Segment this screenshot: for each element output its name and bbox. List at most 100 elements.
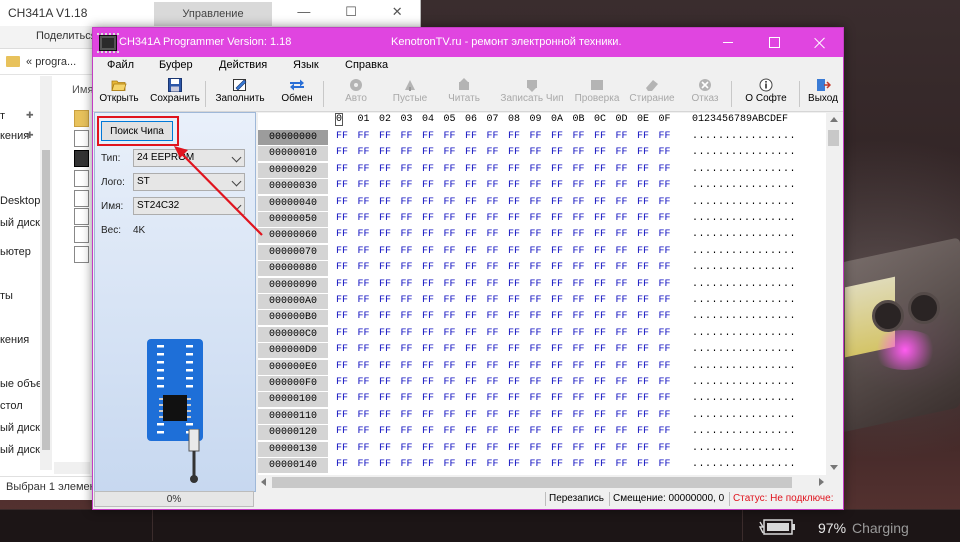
exit-button[interactable]: Выход xyxy=(805,75,841,111)
hex-byte[interactable]: FF xyxy=(444,262,456,273)
hex-byte[interactable]: FF xyxy=(508,180,520,191)
hex-row[interactable]: 000000E0 FF FF FF FF FF FF FF FF FF FF FF FF FF FF FF FF… xyxy=(258,359,826,376)
window-titlebar[interactable]: CH341A Programmer Version: 1.18 Kenotron… xyxy=(93,28,843,57)
hex-byte[interactable]: FF xyxy=(637,279,649,290)
hex-byte[interactable]: FF xyxy=(336,262,348,273)
hex-row[interactable]: 00000110 FF FF FF FF FF FF FF FF FF FF FF FF FF FF FF FF… xyxy=(258,408,826,425)
ascii-cell[interactable]: ................ xyxy=(692,180,796,191)
hex-byte[interactable]: FF xyxy=(422,393,434,404)
hex-byte[interactable]: FF xyxy=(637,180,649,191)
hex-byte[interactable]: FF xyxy=(358,213,370,224)
hex-byte[interactable]: FF xyxy=(594,426,606,437)
hex-byte[interactable]: FF xyxy=(530,361,542,372)
hex-byte[interactable]: FF xyxy=(336,393,348,404)
hex-byte[interactable]: FF xyxy=(487,131,499,142)
hex-byte[interactable]: FF xyxy=(508,147,520,158)
hex-byte[interactable]: FF xyxy=(422,410,434,421)
hex-byte[interactable]: FF xyxy=(530,410,542,421)
hex-byte[interactable]: FF xyxy=(594,246,606,257)
hex-byte[interactable]: FF xyxy=(379,213,391,224)
hex-byte[interactable]: FF xyxy=(573,295,585,306)
file-icon[interactable] xyxy=(74,246,89,263)
hex-byte[interactable]: FF xyxy=(573,410,585,421)
hex-byte[interactable]: FF xyxy=(336,344,348,355)
explorer-hscroll[interactable] xyxy=(54,462,90,474)
hex-byte[interactable]: FF xyxy=(465,426,477,437)
hex-byte[interactable]: FF xyxy=(379,262,391,273)
hex-editor[interactable]: 0 01 02 03 04 05 06 07 08 09 0A 0B 0C 0D 0E 0F 012345678… xyxy=(258,113,826,490)
hex-row[interactable]: 000000C0 FF FF FF FF FF FF FF FF FF FF FF FF FF FF FF FF… xyxy=(258,326,826,343)
hex-byte[interactable]: FF xyxy=(336,311,348,322)
hex-byte[interactable]: FF xyxy=(594,361,606,372)
menu-actions[interactable]: Действия xyxy=(219,59,267,71)
hex-byte[interactable]: FF xyxy=(422,443,434,454)
hex-byte[interactable]: FF xyxy=(551,295,563,306)
hex-byte[interactable]: FF xyxy=(444,279,456,290)
hex-byte[interactable]: FF xyxy=(573,443,585,454)
hex-byte[interactable]: FF xyxy=(659,164,671,175)
hex-byte[interactable]: FF xyxy=(551,262,563,273)
file-icon[interactable] xyxy=(74,226,89,243)
hex-byte[interactable]: FF xyxy=(530,262,542,273)
hex-byte[interactable]: FF xyxy=(616,295,628,306)
hex-byte[interactable]: FF xyxy=(573,262,585,273)
file-icon[interactable] xyxy=(74,170,89,187)
nav-item[interactable]: стол xyxy=(0,400,23,412)
hex-byte[interactable]: FF xyxy=(573,426,585,437)
hex-byte[interactable]: FF xyxy=(358,344,370,355)
hex-byte[interactable]: FF xyxy=(551,213,563,224)
nav-item[interactable]: ьютер xyxy=(0,246,31,258)
hex-row[interactable]: 000000D0 FF FF FF FF FF FF FF FF FF FF FF FF FF FF FF FF… xyxy=(258,343,826,360)
ascii-cell[interactable]: ................ xyxy=(692,393,796,404)
hex-byte[interactable]: FF xyxy=(379,180,391,191)
file-icon[interactable] xyxy=(74,190,89,207)
hex-byte[interactable]: FF xyxy=(358,426,370,437)
name-select[interactable]: ST24C32 xyxy=(133,197,245,215)
hex-byte[interactable]: FF xyxy=(573,147,585,158)
ascii-cell[interactable]: ................ xyxy=(692,213,796,224)
hex-byte[interactable]: FF xyxy=(444,131,456,142)
hex-byte[interactable]: FF xyxy=(358,361,370,372)
hex-row[interactable]: 00000030 FF FF FF FF FF FF FF FF FF FF FF FF FF FF FF FF… xyxy=(258,179,826,196)
erase-button[interactable]: Стирание xyxy=(627,75,677,111)
hex-byte[interactable]: FF xyxy=(422,328,434,339)
nav-scroll-thumb[interactable] xyxy=(42,150,50,450)
hex-byte[interactable]: FF xyxy=(616,393,628,404)
hex-byte[interactable]: FF xyxy=(422,361,434,372)
hex-byte[interactable]: FF xyxy=(487,262,499,273)
hex-byte[interactable]: FF xyxy=(358,262,370,273)
hex-byte[interactable]: FF xyxy=(487,246,499,257)
hex-byte[interactable]: FF xyxy=(336,426,348,437)
ascii-cell[interactable]: ................ xyxy=(692,295,796,306)
hex-byte[interactable]: FF xyxy=(379,197,391,208)
nav-item[interactable]: Desktop xyxy=(0,195,40,207)
hex-byte[interactable]: FF xyxy=(659,410,671,421)
hex-byte[interactable]: FF xyxy=(358,393,370,404)
close-button[interactable] xyxy=(797,28,843,57)
hex-vscroll-thumb[interactable] xyxy=(828,130,839,146)
ascii-cell[interactable]: ................ xyxy=(692,426,796,437)
verify-button[interactable]: Проверка xyxy=(571,75,623,111)
nav-item[interactable]: ые объе xyxy=(0,378,40,390)
hex-byte[interactable]: FF xyxy=(551,164,563,175)
hex-byte[interactable]: FF xyxy=(573,197,585,208)
hex-byte[interactable]: FF xyxy=(444,147,456,158)
hex-byte[interactable]: FF xyxy=(444,197,456,208)
hex-hscroll-thumb[interactable] xyxy=(272,477,792,488)
hex-byte[interactable]: FF xyxy=(594,147,606,158)
hex-byte[interactable]: FF xyxy=(551,131,563,142)
hex-byte[interactable]: FF xyxy=(530,328,542,339)
file-icon[interactable] xyxy=(74,130,89,147)
hex-byte[interactable]: FF xyxy=(336,459,348,470)
hex-byte[interactable]: FF xyxy=(659,295,671,306)
hex-byte[interactable]: FF xyxy=(336,443,348,454)
hex-byte[interactable]: FF xyxy=(358,459,370,470)
hex-byte[interactable]: FF xyxy=(594,393,606,404)
hex-byte[interactable]: FF xyxy=(336,377,348,388)
hex-byte[interactable]: FF xyxy=(616,377,628,388)
hex-byte[interactable]: FF xyxy=(401,459,413,470)
hex-byte[interactable]: FF xyxy=(551,393,563,404)
hex-byte[interactable]: FF xyxy=(379,279,391,290)
hex-byte[interactable]: FF xyxy=(487,393,499,404)
hex-byte[interactable]: FF xyxy=(659,246,671,257)
